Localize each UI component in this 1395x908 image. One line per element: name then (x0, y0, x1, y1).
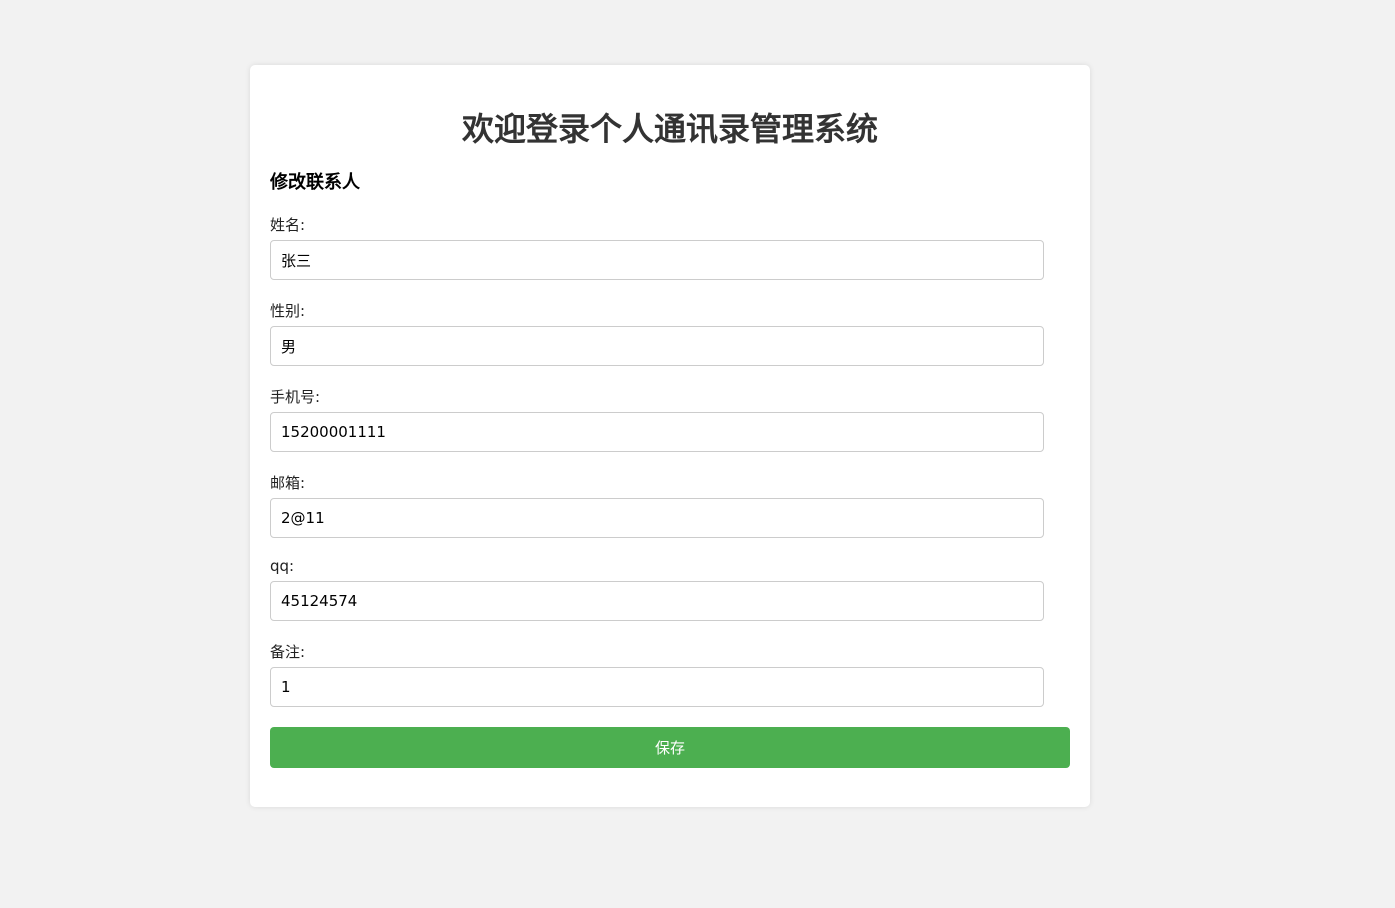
gender-input[interactable] (270, 326, 1044, 366)
section-title: 修改联系人 (270, 172, 360, 193)
gender-label: 性别: (270, 302, 306, 320)
email-input[interactable] (270, 498, 1044, 538)
name-input[interactable] (270, 240, 1044, 280)
remark-label: 备注: (270, 643, 306, 661)
page-title: 欢迎登录个人通讯录管理系统 (461, 110, 878, 148)
qq-label: qq: (270, 557, 295, 575)
qq-input[interactable] (270, 581, 1044, 621)
name-label: 姓名: (270, 216, 306, 234)
save-button[interactable]: 保存 (270, 727, 1070, 768)
edit-contact-card: 欢迎登录个人通讯录管理系统 修改联系人 姓名: 性别: 手机号: 邮箱: qq:… (250, 65, 1090, 807)
phone-input[interactable] (270, 412, 1044, 452)
phone-label: 手机号: (270, 388, 321, 406)
email-label: 邮箱: (270, 474, 306, 492)
remark-input[interactable] (270, 667, 1044, 707)
